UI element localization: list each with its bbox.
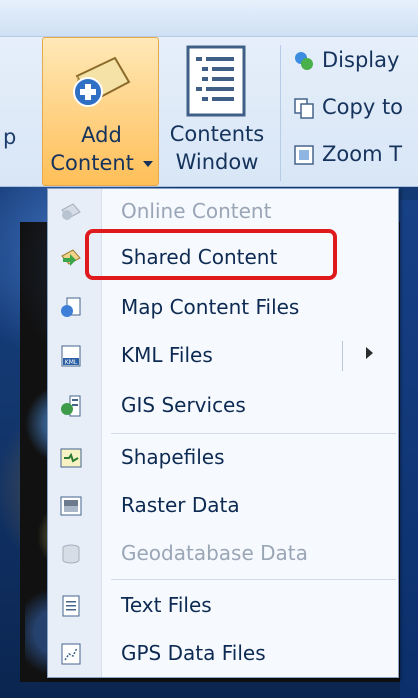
menu-item-label: Map Content Files [121, 295, 300, 319]
partial-button-label[interactable]: p [3, 125, 16, 149]
svg-text:KML: KML [65, 359, 78, 366]
gis-services-icon [61, 395, 81, 417]
shared-content-icon [61, 249, 81, 266]
submenu-separator [342, 341, 343, 371]
display-button[interactable]: Display [292, 48, 399, 88]
contents-window-label-line1: Contents [169, 122, 265, 146]
copy-to-label: Copy to [322, 95, 404, 119]
ribbon: p Add Content Contents Window Display Co… [0, 0, 418, 187]
menu-divider [111, 579, 396, 580]
add-content-button[interactable]: Add Content [42, 37, 159, 186]
menu-item-raster-data[interactable]: Raster Data [48, 483, 398, 529]
display-label: Display [322, 48, 400, 72]
zoom-icon [294, 145, 314, 165]
menu-item-label: Online Content [121, 199, 272, 223]
zoom-label: Zoom T [322, 142, 403, 166]
contents-window-label-line2: Window [175, 150, 259, 174]
shared-content-highlight [85, 229, 337, 280]
ribbon-separator [280, 45, 281, 181]
menu-divider [111, 433, 396, 434]
menu-item-gis-services[interactable]: GIS Services [48, 383, 398, 429]
gps-icon [61, 643, 81, 665]
dropdown-arrow-icon [142, 161, 153, 167]
contents-window-button[interactable]: Contents Window [162, 37, 272, 186]
menu-item-map-content-files[interactable]: Map Content Files [48, 285, 398, 331]
menu-item-label: GIS Services [121, 393, 246, 417]
menu-item-geodatabase-data[interactable]: Geodatabase Data [48, 531, 398, 577]
menu-item-label: GPS Data Files [121, 641, 266, 665]
menu-item-gps-data-files[interactable]: GPS Data Files [48, 631, 398, 677]
menu-item-label: KML Files [121, 343, 213, 367]
menu-item-kml-files[interactable]: KML KML Files [48, 333, 398, 379]
raster-icon [60, 496, 82, 516]
copy-to-button[interactable]: Copy to [292, 95, 403, 135]
display-icon [295, 52, 313, 70]
map-edge [400, 200, 418, 698]
kml-icon: KML [61, 345, 81, 367]
online-content-icon [61, 203, 81, 220]
geodatabase-icon [62, 544, 80, 564]
menu-item-label: Raster Data [121, 493, 240, 517]
contents-window-icon [186, 45, 246, 117]
zoom-button[interactable]: Zoom T [292, 142, 402, 182]
add-content-label-line2: Content [43, 150, 160, 176]
menu-item-label: Shapefiles [121, 445, 225, 469]
submenu-arrow-icon[interactable] [366, 347, 373, 359]
add-content-label-line1: Add [81, 123, 122, 147]
copy-icon [294, 98, 314, 119]
text-file-icon [62, 595, 80, 617]
map-content-files-icon [61, 297, 81, 317]
add-content-icon [73, 56, 131, 108]
menu-item-shapefiles[interactable]: Shapefiles [48, 435, 398, 481]
menu-item-label: Text Files [121, 593, 212, 617]
menu-item-label: Geodatabase Data [121, 541, 308, 565]
ribbon-tab-strip [0, 0, 418, 37]
menu-item-text-files[interactable]: Text Files [48, 583, 398, 629]
shapefile-icon [60, 448, 82, 468]
